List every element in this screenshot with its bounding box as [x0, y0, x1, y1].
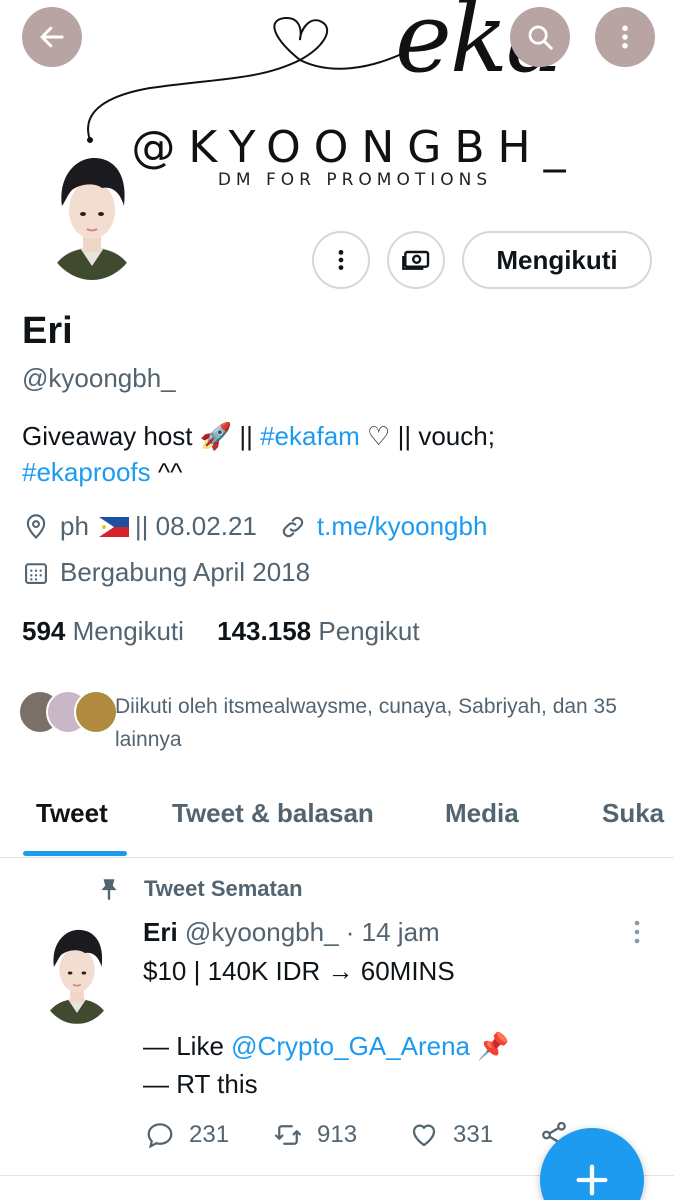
back-button[interactable] — [22, 7, 82, 67]
mention-link[interactable]: @Crypto_GA_Arena — [231, 1031, 470, 1061]
like-count: 331 — [453, 1121, 494, 1148]
pushpin-emoji: 📌 — [477, 1031, 510, 1061]
pinned-text: Tweet Sematan — [144, 876, 303, 901]
followed-by-text[interactable]: Diikuti oleh itsmealwaysme, cunaya, Sabr… — [115, 690, 655, 756]
tweet-line: — Like @Crypto_GA_Arena 📌 — [143, 1031, 510, 1061]
following-label: Mengikuti — [72, 616, 184, 646]
mutual-avatar — [74, 690, 118, 734]
tab-tweet-replies[interactable]: Tweet & balasan — [172, 798, 374, 829]
profile-tabs: Tweet Tweet & balasan Media Suka — [0, 790, 674, 858]
followers-label: Pengikut — [318, 616, 420, 646]
profile-meta-joined: Bergabung April 2018 — [22, 557, 310, 588]
mutual-followers-avatars[interactable] — [18, 690, 118, 734]
bio-text: ^^ — [150, 457, 183, 487]
active-tab-indicator — [23, 851, 127, 856]
bio-text: || — [232, 421, 261, 451]
followers-count-link[interactable]: 143.158 Pengikut — [217, 616, 419, 646]
tweet-time[interactable]: · 14 jam — [346, 917, 440, 947]
philippines-flag-icon — [98, 516, 129, 537]
joined-text: Bergabung April 2018 — [60, 557, 311, 587]
retweet-count: 913 — [317, 1121, 358, 1148]
more-vertical-icon — [634, 920, 640, 944]
tweet-author-avatar[interactable] — [37, 922, 117, 1024]
retweet-button[interactable]: 913 — [273, 1120, 357, 1150]
tweet-line: $10 | 140K IDR → 60MINS — [143, 956, 455, 986]
location-text: ph — [60, 511, 89, 541]
more-vertical-icon — [338, 250, 344, 270]
retweet-icon — [275, 1125, 301, 1145]
profile-meta-location: ph || 08.02.21 t.me/kyoongbh — [22, 511, 487, 542]
arrow-left-icon — [40, 26, 64, 48]
rocket-emoji: 🚀 — [199, 421, 233, 451]
heart-icon — [412, 1124, 436, 1147]
reply-button[interactable]: 231 — [145, 1120, 229, 1150]
more-vertical-icon — [622, 25, 628, 49]
profile-handle: @kyoongbh_ — [22, 363, 176, 393]
hashtag-link[interactable]: #ekafam — [260, 421, 360, 451]
tab-likes[interactable]: Suka — [602, 798, 664, 829]
profile-url-link[interactable]: t.me/kyoongbh — [317, 511, 488, 542]
money-icon — [402, 250, 430, 270]
bio-text: ♡ || vouch; — [359, 421, 495, 451]
profile-more-button[interactable] — [312, 231, 370, 289]
plus-icon — [576, 1164, 608, 1196]
tweet-author-name[interactable]: Eri — [143, 917, 178, 947]
profile-avatar[interactable] — [40, 148, 144, 280]
profile-bio: Giveaway host 🚀 || #ekafam ♡ || vouch; #… — [22, 418, 662, 490]
avatar-portrait — [40, 148, 144, 280]
pinned-label: Tweet Sematan — [96, 876, 303, 902]
tweet-more-button[interactable] — [630, 918, 644, 953]
tweet-header: Eri @kyoongbh_ · 14 jam — [143, 917, 440, 948]
bio-text: Giveaway host — [22, 421, 200, 451]
profile-name: Eri — [22, 310, 73, 352]
following-count-link[interactable]: 594 Mengikuti — [22, 616, 184, 646]
more-options-button[interactable] — [595, 7, 655, 67]
reply-count: 231 — [189, 1121, 230, 1148]
followers-count: 143.158 — [217, 616, 312, 646]
avatar-portrait — [37, 922, 117, 1024]
tweet-text: $10 | 140K IDR → 60MINS — Like @Crypto_GA… — [143, 953, 643, 1103]
tip-button[interactable] — [387, 231, 445, 289]
search-button[interactable] — [510, 7, 570, 67]
tweet-author-handle: @kyoongbh_ — [184, 917, 339, 947]
tab-media[interactable]: Media — [445, 798, 519, 829]
like-button[interactable]: 331 — [409, 1120, 493, 1150]
tweet-line: — RT this — [143, 1068, 258, 1099]
location-tail-text: || 08.02.21 — [134, 511, 257, 541]
tab-tweet[interactable]: Tweet — [36, 798, 108, 829]
search-icon — [528, 25, 553, 50]
reply-icon — [147, 1123, 173, 1149]
location-pin-icon — [26, 513, 46, 539]
following-count: 594 — [22, 616, 66, 646]
follow-counts: 594 Mengikuti 143.158 Pengikut — [22, 616, 420, 647]
hashtag-link[interactable]: #ekaproofs — [22, 457, 151, 487]
pin-icon — [101, 879, 117, 900]
link-icon — [282, 516, 304, 537]
calendar-icon — [25, 562, 47, 584]
following-button[interactable]: Mengikuti — [462, 231, 652, 289]
